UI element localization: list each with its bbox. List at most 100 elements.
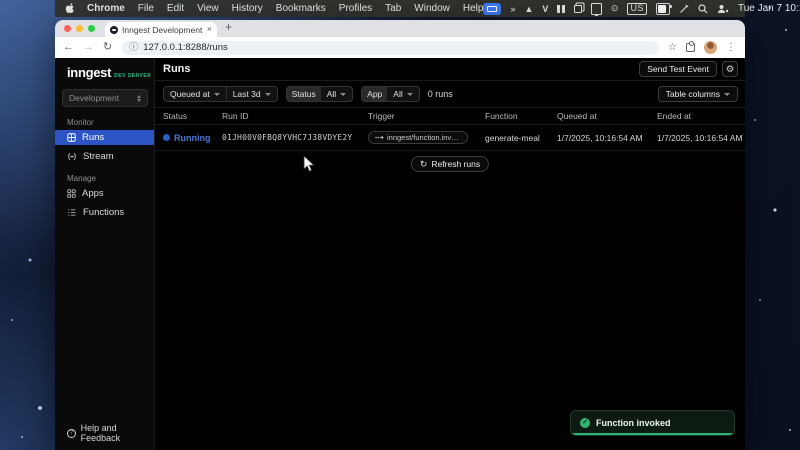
keyboard-layout-badge[interactable]: US — [627, 3, 647, 15]
inngest-logo: inngest — [67, 65, 111, 80]
site-info-icon[interactable]: ⓘ — [129, 43, 138, 52]
page-title: Runs — [163, 63, 191, 75]
chevron-down-icon — [340, 93, 346, 96]
sidebar-item-runs[interactable]: Runs — [55, 130, 154, 145]
browser-tab[interactable]: Inngest Development Server × — [105, 22, 217, 37]
toast-notification[interactable]: ✓ Function invoked — [570, 410, 735, 436]
help-label: Help and Feedback — [81, 423, 154, 443]
menu-tab[interactable]: Tab — [385, 3, 401, 14]
time-field-select[interactable]: Queued at — [164, 87, 226, 101]
back-button[interactable]: ← — [63, 42, 74, 53]
workspace-select[interactable]: Development — [62, 89, 148, 107]
menu-file[interactable]: File — [138, 3, 154, 14]
apps-icon — [67, 189, 76, 198]
col-status: Status — [163, 111, 222, 121]
inngest-favicon-icon — [110, 26, 118, 34]
menu-edit[interactable]: Edit — [167, 3, 184, 14]
reload-button[interactable]: ↻ — [103, 42, 112, 53]
time-range-value: Last 3d — [233, 89, 261, 99]
settings-gear-button[interactable]: ⚙ — [722, 61, 738, 77]
ended-at-value: 1/7/2025, 10:16:54 AM — [657, 133, 745, 143]
screen-share-indicator-icon[interactable] — [483, 3, 501, 15]
col-queued-at: Queued at — [557, 111, 657, 121]
minimize-window-button[interactable] — [76, 25, 83, 32]
zoom-window-button[interactable] — [88, 25, 95, 32]
table-columns-button[interactable]: Table columns — [658, 86, 738, 102]
browser-menu-icon[interactable]: ⋮ — [726, 42, 737, 53]
user-switch-icon[interactable] — [717, 3, 729, 15]
profile-avatar[interactable] — [704, 41, 717, 54]
tab-close-icon[interactable]: × — [207, 25, 212, 34]
browser-toolbar: ← → ↻ ⓘ 127.0.0.1:8288/runs ☆ ⋮ — [55, 37, 745, 58]
inngest-app: inngest DEV SERVER Development Monitor R… — [55, 58, 745, 450]
main-content: Runs Send Test Event ⚙ Queued at Last 3d… — [155, 58, 745, 450]
address-bar[interactable]: ⓘ 127.0.0.1:8288/runs — [121, 41, 659, 55]
menu-history[interactable]: History — [232, 3, 263, 14]
app-filter-select[interactable]: All — [387, 87, 418, 101]
event-icon — [375, 134, 384, 141]
spotlight-search-icon[interactable] — [698, 3, 708, 15]
menu-profiles[interactable]: Profiles — [339, 3, 372, 14]
trigger-badge[interactable]: inngest/function.invoked — [368, 131, 468, 144]
menu-window[interactable]: Window — [414, 3, 450, 14]
bookmark-star-icon[interactable]: ☆ — [668, 42, 677, 53]
battery-icon[interactable] — [656, 3, 670, 15]
trigger-name: inngest/function.invoked — [387, 133, 461, 142]
menubar-clock[interactable]: Tue Jan 7 10:16 — [738, 3, 800, 14]
toast-message: Function invoked — [596, 418, 671, 428]
sidebar-item-apps[interactable]: Apps — [55, 186, 154, 201]
run-status: Running — [174, 133, 211, 143]
sidebar-item-functions[interactable]: Functions — [55, 205, 154, 220]
select-updown-icon — [137, 95, 141, 102]
app-filter[interactable]: App All — [361, 86, 420, 102]
functions-icon — [67, 208, 77, 217]
close-window-button[interactable] — [64, 25, 71, 32]
sidebar-item-label: Apps — [82, 188, 104, 199]
menu-view[interactable]: View — [197, 3, 219, 14]
col-run-id: Run ID — [222, 111, 368, 121]
apple-menu-icon[interactable] — [65, 2, 74, 16]
new-tab-button[interactable]: + — [217, 20, 240, 37]
refresh-runs-button[interactable]: ↻ Refresh runs — [411, 156, 489, 172]
triangle-app-status-icon[interactable]: ▲ — [524, 3, 533, 15]
sidebar-item-label: Runs — [82, 132, 104, 143]
extensions-icon[interactable] — [686, 43, 695, 52]
v-app-status-icon[interactable]: V — [542, 3, 548, 15]
time-filter[interactable]: Queued at Last 3d — [163, 86, 278, 102]
pen-tool-status-icon[interactable] — [679, 3, 689, 15]
menubar-app-name[interactable]: Chrome — [87, 3, 125, 14]
success-check-icon: ✓ — [580, 418, 590, 428]
tab-strip: Inngest Development Server × + — [55, 20, 745, 37]
filter-bar: Queued at Last 3d Status All App All 0 r… — [155, 81, 745, 108]
tab-title: Inngest Development Server — [122, 25, 203, 35]
url-text: 127.0.0.1:8288/runs — [143, 42, 228, 53]
table-row[interactable]: Running 01JH00V0FBQ8YVHC7J38VDYE2Y innge… — [155, 125, 745, 151]
app-filter-label: App — [362, 87, 387, 101]
menu-help[interactable]: Help — [463, 3, 484, 14]
status-filter-select[interactable]: All — [321, 87, 352, 101]
manage-section-label: Manage — [67, 174, 96, 183]
blocks-status-icon[interactable] — [557, 3, 565, 15]
status-filter[interactable]: Status All — [286, 86, 354, 102]
display-status-icon[interactable] — [591, 3, 602, 15]
menu-bookmarks[interactable]: Bookmarks — [276, 3, 326, 14]
browser-window: Inngest Development Server × + ← → ↻ ⓘ 1… — [55, 20, 745, 450]
double-arrow-status-icon[interactable]: » — [510, 3, 515, 15]
app-filter-value: All — [393, 89, 402, 99]
time-range-select[interactable]: Last 3d — [226, 87, 277, 101]
forward-button[interactable]: → — [83, 42, 94, 53]
copy-stack-status-icon[interactable] — [574, 3, 582, 15]
refresh-runs-label: Refresh runs — [431, 159, 480, 169]
dev-server-badge: DEV SERVER — [114, 73, 151, 79]
help-and-feedback[interactable]: ? Help and Feedback — [67, 423, 154, 443]
play-circle-status-icon[interactable]: ⊙ — [611, 3, 619, 15]
sidebar-item-label: Functions — [83, 207, 124, 218]
running-status-dot — [163, 134, 170, 141]
chevron-down-icon — [265, 93, 271, 96]
sidebar-item-stream[interactable]: Stream — [55, 149, 154, 164]
col-function: Function — [485, 111, 557, 121]
runs-icon — [67, 133, 76, 142]
macos-menubar: Chrome File Edit View History Bookmarks … — [55, 0, 745, 17]
send-test-event-button[interactable]: Send Test Event — [639, 61, 717, 77]
col-ended-at: Ended at — [657, 111, 745, 121]
